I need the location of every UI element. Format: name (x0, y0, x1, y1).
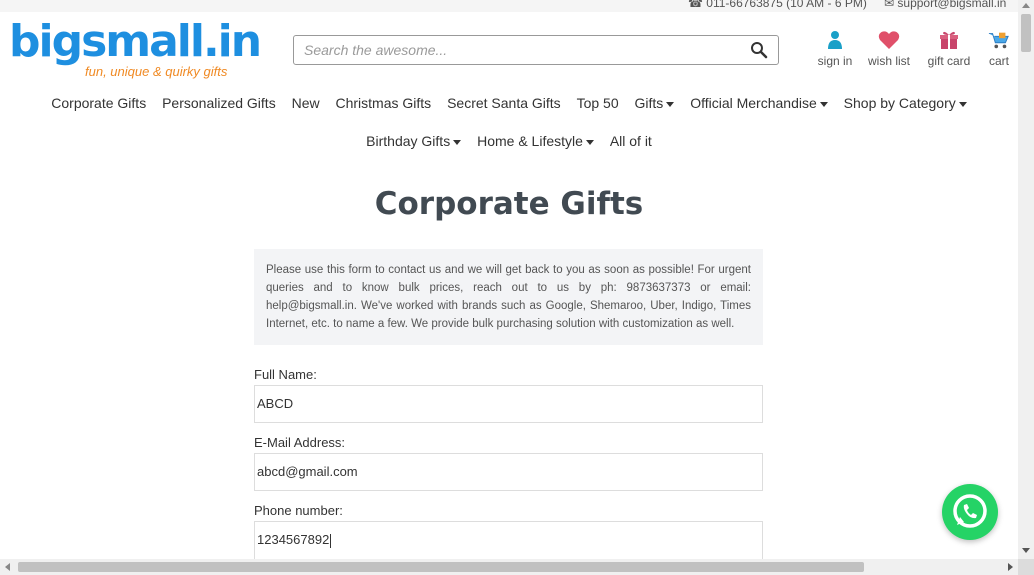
contact-email[interactable]: ✉ support@bigsmall.in (884, 0, 1006, 10)
caret-down-icon (453, 139, 462, 145)
phone-value: 1234567892 (257, 532, 330, 547)
cart-icon (988, 32, 1009, 49)
sign-in-link[interactable]: sign in (815, 30, 855, 68)
site-logo[interactable]: bigsmall.in fun, unique & quirky gifts (9, 16, 262, 82)
nav-gifts[interactable]: Gifts (635, 95, 675, 111)
search-bar (293, 35, 779, 65)
page-title: Corporate Gifts (374, 186, 644, 222)
search-icon[interactable] (750, 41, 768, 59)
phone-label: Phone number: (254, 503, 343, 518)
nav-birthday-gifts[interactable]: Birthday Gifts (366, 133, 462, 149)
gift-icon (940, 31, 958, 49)
caret-down-icon (666, 101, 675, 107)
caret-down-icon (819, 101, 828, 107)
scroll-left-icon[interactable] (5, 563, 10, 571)
nav-corporate-gifts[interactable]: Corporate Gifts (51, 95, 146, 111)
nav-personalized-gifts[interactable]: Personalized Gifts (162, 95, 276, 111)
nav-shop-by-category[interactable]: Shop by Category (844, 95, 967, 111)
scroll-up-icon[interactable] (1022, 3, 1030, 8)
nav-secret-santa-gifts[interactable]: Secret Santa Gifts (447, 95, 561, 111)
horizontal-scrollbar[interactable] (0, 559, 1018, 575)
cart-link[interactable]: cart (984, 30, 1014, 68)
nav-official-merchandise[interactable]: Official Merchandise (690, 95, 828, 111)
top-contact-bar: ☎ 011-66763875 (10 AM - 6 PM) ✉ support@… (0, 0, 1018, 12)
gift-card-label: gift card (927, 54, 971, 68)
scroll-right-icon[interactable] (1008, 563, 1013, 571)
full-name-label: Full Name: (254, 367, 317, 382)
vertical-scroll-thumb[interactable] (1021, 14, 1031, 52)
info-notice: Please use this form to contact us and w… (254, 249, 763, 345)
user-icon (828, 31, 842, 49)
nav-all-of-it[interactable]: All of it (610, 133, 652, 149)
nav-new[interactable]: New (292, 95, 320, 111)
caret-down-icon (585, 139, 594, 145)
scrollbar-corner (1018, 559, 1034, 575)
caret-down-icon (958, 101, 967, 107)
nav-top-50[interactable]: Top 50 (577, 95, 619, 111)
phone-field[interactable]: 1234567892 (254, 521, 763, 561)
nav-christmas-gifts[interactable]: Christmas Gifts (336, 95, 432, 111)
text-cursor (330, 533, 332, 548)
whatsapp-chat-button[interactable] (942, 484, 998, 540)
logo-tagline: fun, unique & quirky gifts (85, 64, 228, 79)
wish-list-link[interactable]: wish list (866, 30, 912, 68)
contact-phone[interactable]: ☎ 011-66763875 (10 AM - 6 PM) (688, 0, 867, 10)
cart-label: cart (988, 54, 1009, 68)
logo-wordmark: bigsmall.in (9, 16, 262, 67)
email-label: E-Mail Address: (254, 435, 346, 450)
sign-in-label: sign in (817, 54, 853, 68)
gift-card-link[interactable]: gift card (924, 30, 974, 68)
nav-home-lifestyle[interactable]: Home & Lifestyle (477, 133, 594, 149)
scroll-down-icon[interactable] (1022, 548, 1030, 553)
wish-list-label: wish list (867, 54, 910, 68)
full-name-field[interactable]: ABCD (254, 385, 763, 423)
search-input[interactable] (294, 36, 734, 64)
main-nav-row-1: Corporate Gifts Personalized Gifts New C… (0, 95, 1018, 111)
email-field[interactable]: abcd@gmail.com (254, 453, 763, 491)
heart-icon (878, 31, 900, 49)
vertical-scrollbar[interactable] (1018, 0, 1034, 559)
whatsapp-icon (953, 494, 987, 528)
main-nav-row-2: Birthday Gifts Home & Lifestyle All of i… (0, 133, 1018, 149)
horizontal-scroll-thumb[interactable] (18, 562, 864, 572)
